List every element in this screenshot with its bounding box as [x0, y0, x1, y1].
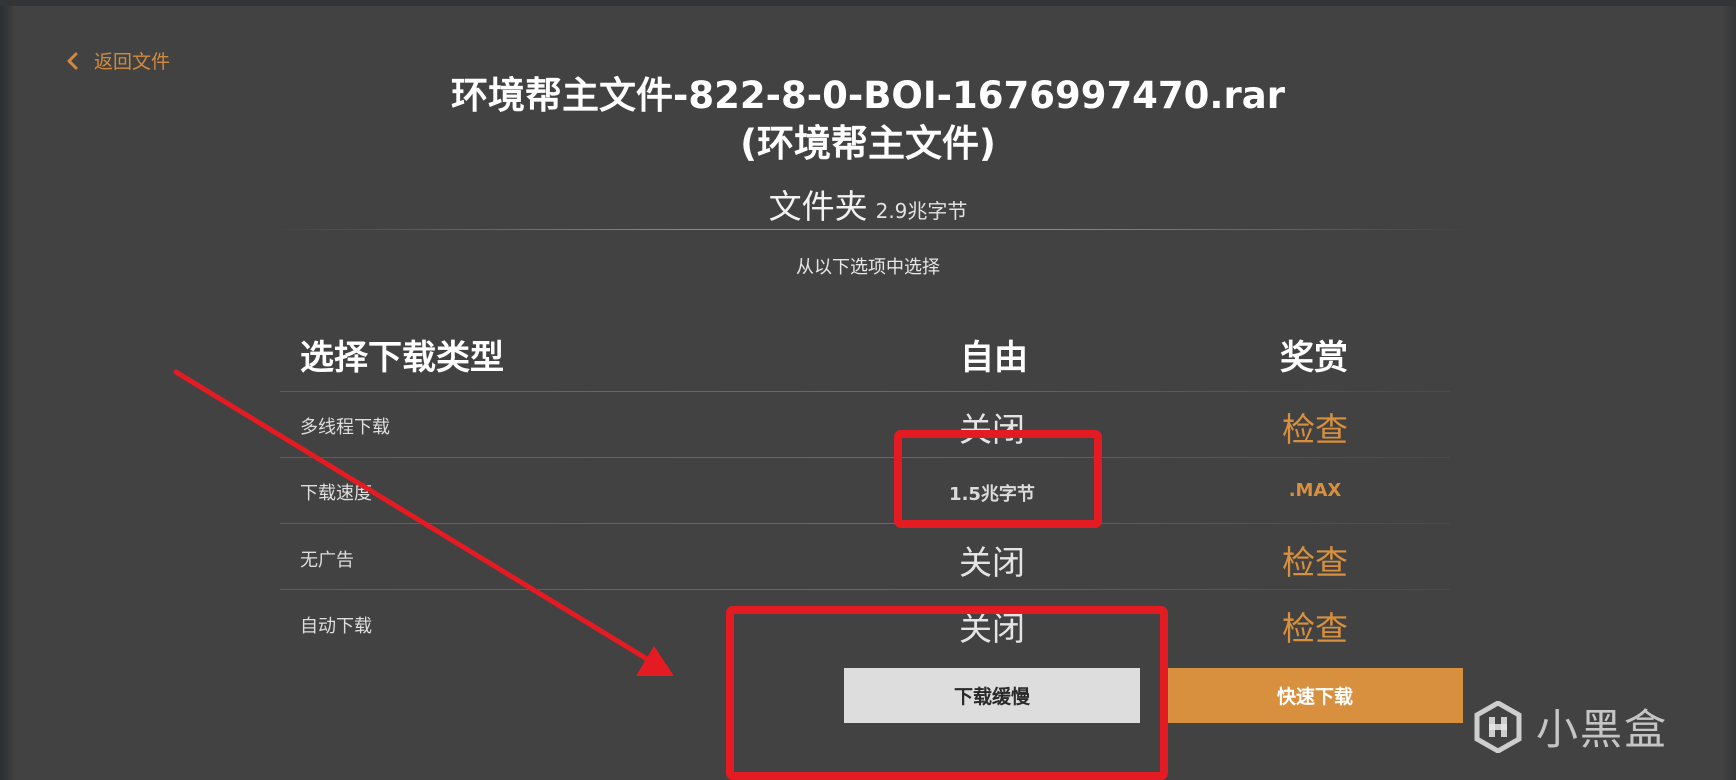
- file-name: 环境帮主文件-822-8-0-BOI-1676997470.rar: [451, 74, 1285, 117]
- download-page: 返回文件 环境帮主文件-822-8-0-BOI-1676997470.rar (…: [0, 0, 1736, 780]
- file-meta: 文件夹 2.9兆字节: [0, 180, 1736, 228]
- row-label-speed: 下载速度: [300, 483, 372, 504]
- annotation-arrow-shaft: [173, 369, 655, 665]
- file-size: 2.9兆字节: [875, 199, 968, 223]
- back-link-label: 返回文件: [94, 51, 171, 73]
- divider: [270, 229, 1470, 230]
- row-divider: [280, 391, 1450, 392]
- row-label-no-ads: 无广告: [300, 550, 354, 571]
- back-to-files-link[interactable]: 返回文件: [66, 47, 170, 74]
- watermark: 小黑盒: [1474, 696, 1668, 757]
- header-free: 自由: [960, 338, 1028, 378]
- choose-prompt: 从以下选项中选择: [796, 257, 940, 278]
- file-title: 环境帮主文件-822-8-0-BOI-1676997470.rar (环境帮主文…: [0, 72, 1736, 168]
- free-speed-value: 1.5兆字节: [949, 484, 1035, 505]
- row-divider: [280, 523, 1450, 524]
- reward-multithread-check[interactable]: 检查: [1215, 403, 1415, 451]
- heybox-logo-icon: [1474, 700, 1522, 753]
- reward-auto-download-check[interactable]: 检查: [1215, 602, 1415, 650]
- file-kind: 文件夹: [768, 187, 868, 226]
- row-divider: [280, 589, 1450, 590]
- slow-download-button[interactable]: 下载缓慢: [844, 668, 1140, 723]
- watermark-text: 小黑盒: [1536, 705, 1669, 754]
- reward-speed-value: .MAX: [1288, 480, 1342, 501]
- header-download-type: 选择下载类型: [300, 338, 504, 378]
- fast-download-button[interactable]: 快速下载: [1167, 668, 1463, 723]
- header-reward: 奖赏: [1280, 338, 1348, 378]
- chevron-left-icon: [67, 52, 78, 69]
- row-label-multithread: 多线程下载: [300, 417, 390, 438]
- row-divider: [280, 457, 1450, 458]
- row-label-auto-download: 自动下载: [300, 616, 372, 637]
- free-no-ads-value: 关闭: [959, 543, 1025, 582]
- top-band: [0, 0, 1736, 6]
- free-auto-download-value: 关闭: [959, 609, 1025, 648]
- reward-no-ads-check[interactable]: 检查: [1215, 536, 1415, 584]
- annotation-arrowhead: [636, 646, 674, 676]
- file-owner: (环境帮主文件): [740, 122, 996, 165]
- free-multithread-value: 关闭: [959, 410, 1025, 449]
